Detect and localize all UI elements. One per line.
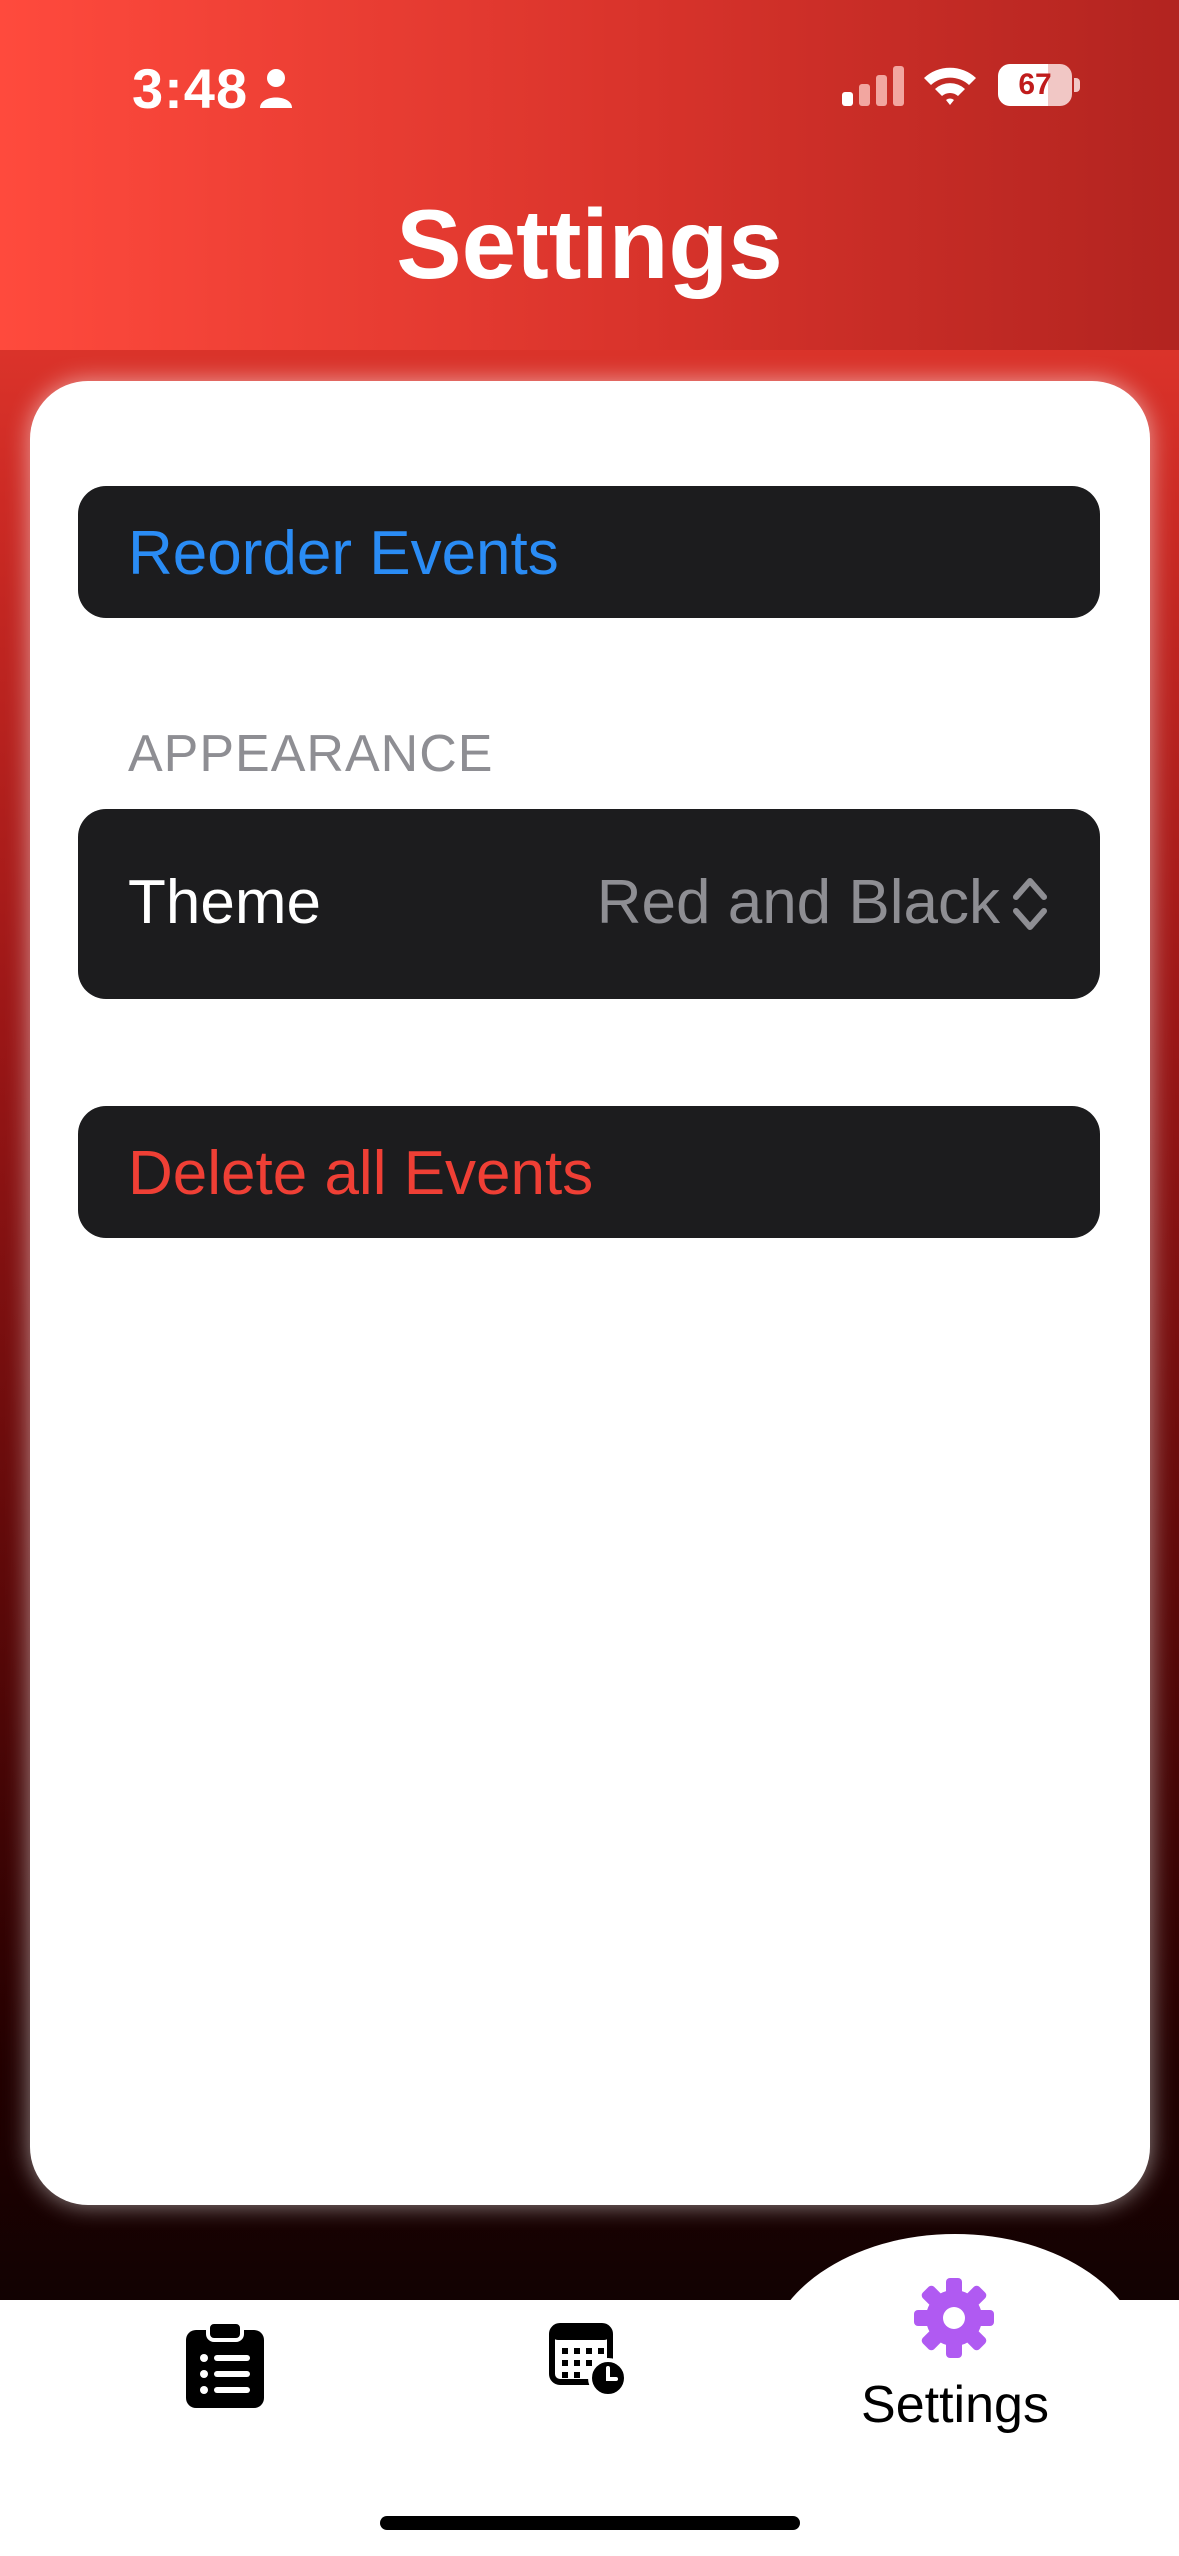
delete-all-events-label: Delete all Events: [128, 1139, 594, 1208]
person-icon: [260, 69, 292, 108]
battery-indicator: 67: [998, 64, 1080, 106]
theme-label: Theme: [128, 868, 321, 937]
cellular-signal-icon: [842, 66, 904, 106]
wifi-icon: [924, 67, 976, 105]
status-bar: 3:48 67: [0, 0, 1179, 180]
home-indicator[interactable]: [380, 2516, 800, 2530]
battery-level: 67: [1018, 68, 1052, 101]
tab-settings-gear-icon[interactable]: [912, 2276, 996, 2360]
appearance-section-header: APPEARANCE: [128, 725, 494, 783]
status-time: 3:48: [132, 57, 249, 120]
chevron-up-down-icon: [1013, 878, 1047, 930]
reorder-events-label: Reorder Events: [128, 519, 559, 588]
reorder-events-button[interactable]: Reorder Events: [78, 486, 1100, 618]
theme-value: Red and Black: [596, 868, 1000, 937]
tab-calendar-clock-icon[interactable]: [548, 2318, 628, 2398]
settings-card: Reorder Events APPEARANCE Theme Red and …: [30, 381, 1150, 2205]
tab-events-clipboard-list-icon[interactable]: [180, 2320, 270, 2410]
delete-all-events-button[interactable]: Delete all Events: [78, 1106, 1100, 1238]
page-title: Settings: [396, 189, 783, 299]
tab-settings-label[interactable]: Settings: [800, 2375, 1110, 2435]
theme-picker-row[interactable]: Theme Red and Black: [78, 809, 1100, 999]
